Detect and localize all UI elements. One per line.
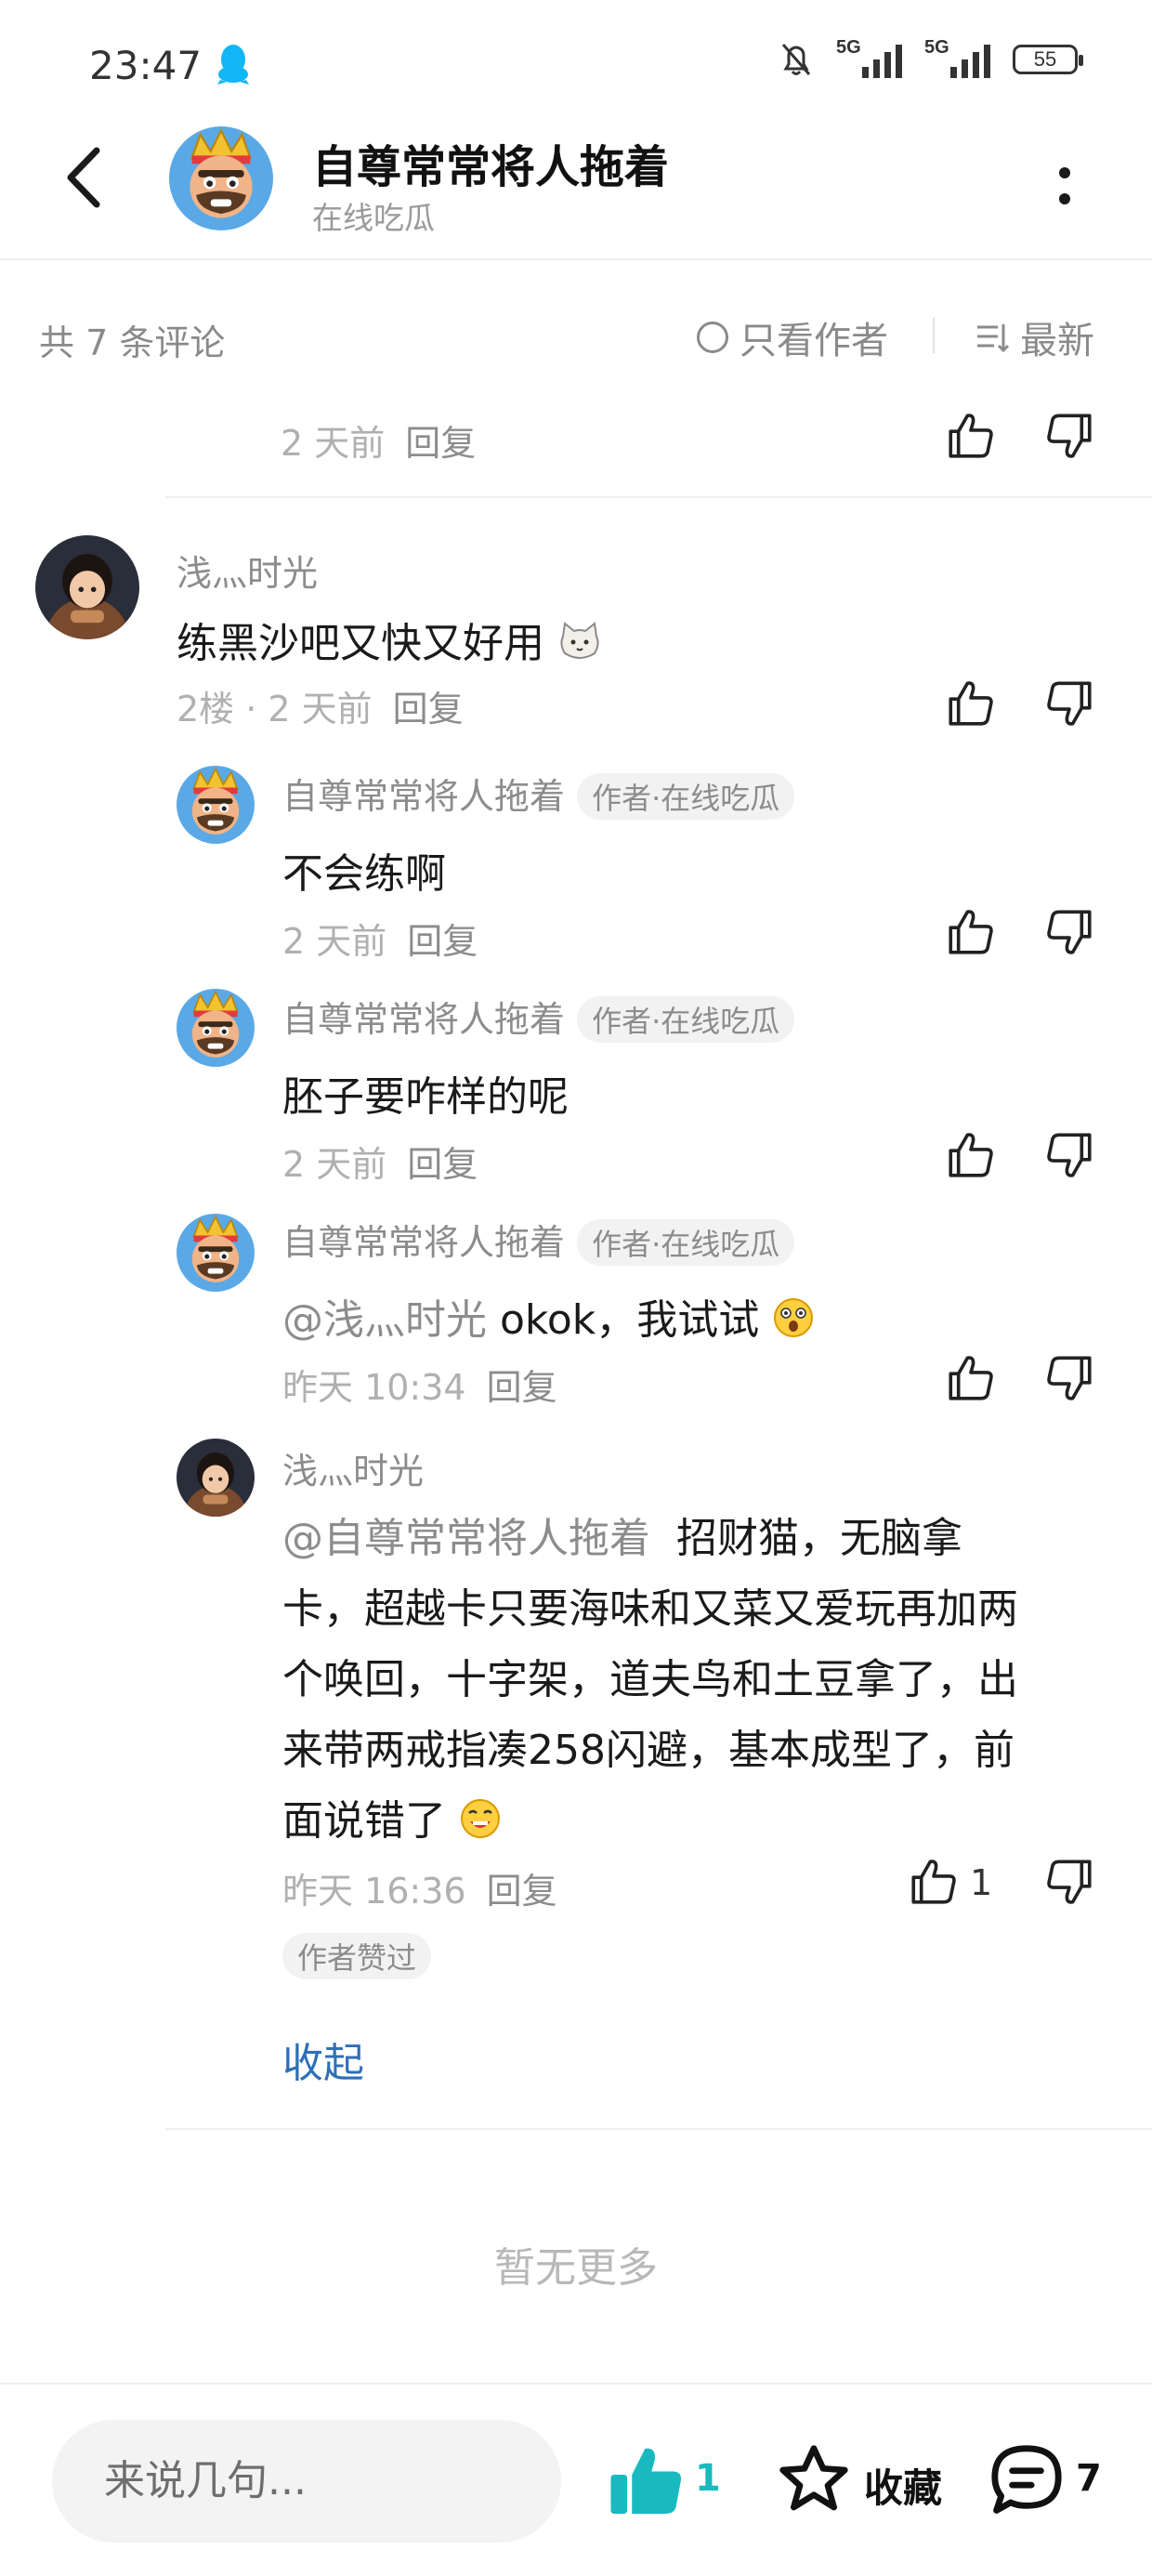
reply-time: 昨天 16:36: [282, 1871, 466, 1912]
reply-time: 2 天前: [282, 1144, 387, 1185]
reply-meta: 2 天前 回复: [282, 1136, 478, 1187]
reply-username[interactable]: 自尊常常将人拖着: [282, 1222, 565, 1263]
thumb-down-icon[interactable]: [1042, 905, 1096, 959]
battery-icon: 55: [1013, 45, 1083, 74]
reply-time: 昨天 10:34: [282, 1367, 466, 1408]
thumb-up-icon[interactable]: [944, 409, 998, 463]
comment-text: 练黑沙吧又快又好用: [177, 610, 602, 669]
thumb-up-icon[interactable]: [944, 1351, 998, 1405]
page-title: 自尊常常将人拖着: [312, 141, 670, 193]
reply-button[interactable]: 回复: [487, 1367, 557, 1408]
like-count: 1: [695, 2457, 721, 2500]
mute-bell-icon: [781, 44, 811, 75]
filter-separator: [933, 318, 935, 353]
sort-button[interactable]: 最新: [974, 310, 1094, 364]
no-more-label: 暂无更多: [494, 2244, 658, 2292]
thumb-down-icon[interactable]: [1042, 1128, 1096, 1182]
comment-input[interactable]: 来说几句...: [52, 2420, 561, 2543]
collapse-link[interactable]: 收起: [282, 2030, 364, 2089]
like-filled-icon[interactable]: [608, 2442, 686, 2520]
back-arrow-icon[interactable]: [63, 145, 104, 210]
thumb-up-icon[interactable]: [907, 1855, 961, 1909]
thumb-down-icon[interactable]: [1042, 409, 1096, 463]
comment-icon[interactable]: [988, 2442, 1065, 2518]
reply-username[interactable]: 浅灬时光: [282, 1442, 424, 1493]
comment-meta: 2楼 · 2 天前 回复: [177, 680, 464, 731]
radio-icon: [697, 322, 728, 353]
reply-text: 不会练啊: [282, 850, 446, 898]
comment-count-badge: 7: [1076, 2457, 1102, 2500]
author-badge: 作者·在线吃瓜: [577, 773, 795, 820]
thumb-down-icon[interactable]: [1042, 1855, 1096, 1909]
thumb-down-icon[interactable]: [1042, 1351, 1096, 1405]
like-count: 1: [970, 1862, 993, 1903]
reply-button[interactable]: 回复: [393, 689, 464, 729]
reply-header: 自尊常常将人拖着 作者·在线吃瓜: [282, 991, 795, 1043]
prev-comment-meta: 2 天前 回复: [281, 414, 476, 466]
reply-meta: 2 天前 回复: [282, 913, 478, 964]
reply-time: 2 天前: [282, 921, 387, 962]
avatar[interactable]: [177, 1439, 255, 1517]
signal-1-icon: 5G: [836, 37, 902, 78]
page-subtitle: 在线吃瓜: [312, 200, 435, 236]
comment-floor-time: 2楼 · 2 天前: [177, 689, 373, 729]
mention[interactable]: @自尊常常将人拖着: [282, 1515, 650, 1562]
reply-text: @自尊常常将人拖着 招财猫，无脑拿 卡，超越卡只要海味和又菜又爱玩再加两 个唤回…: [282, 1515, 1018, 1845]
reply-username[interactable]: 自尊常常将人拖着: [282, 776, 565, 817]
favorite-label[interactable]: 收藏: [864, 2457, 942, 2514]
reply-username[interactable]: 自尊常常将人拖着: [282, 999, 565, 1040]
signal-2-icon: 5G: [924, 37, 990, 78]
thumb-up-icon[interactable]: [944, 1128, 998, 1182]
surprised-emoji-icon: [774, 1298, 814, 1337]
thumb-up-icon[interactable]: [944, 905, 998, 959]
bottom-bar-divider: [0, 2383, 1152, 2385]
star-icon[interactable]: [777, 2442, 851, 2517]
status-time: 23:47: [89, 43, 203, 88]
reply-button[interactable]: 回复: [407, 921, 478, 962]
grin-emoji-icon: [461, 1799, 500, 1838]
qq-icon: [217, 45, 249, 85]
only-author-label: 只看作者: [740, 320, 888, 362]
prev-comment-time: 2 天前: [281, 423, 386, 464]
reply-button[interactable]: 回复: [407, 1144, 478, 1185]
status-icons: 5G 5G 55: [779, 37, 1083, 78]
comment-divider: [165, 496, 1152, 498]
reply-meta: 昨天 16:36 回复: [282, 1862, 557, 1913]
comment-divider: [165, 2128, 1152, 2130]
more-options-icon[interactable]: [1055, 164, 1074, 210]
cat-emoji-icon: [560, 622, 599, 659]
sort-label: 最新: [1020, 320, 1094, 362]
only-author-toggle[interactable]: 只看作者: [697, 310, 888, 364]
mention[interactable]: @浅灬时光: [282, 1296, 487, 1344]
sort-icon: [977, 324, 1010, 353]
thumb-down-icon[interactable]: [1042, 677, 1096, 730]
reply-button[interactable]: 回复: [405, 423, 476, 464]
author-badge: 作者·在线吃瓜: [577, 996, 795, 1043]
avatar[interactable]: [177, 989, 255, 1067]
reply-header: 自尊常常将人拖着 作者·在线吃瓜: [282, 1214, 795, 1266]
thumb-up-icon[interactable]: [944, 677, 998, 730]
author-liked-badge: 作者赞过: [282, 1933, 432, 1979]
reply-text: @浅灬时光 okok，我试试: [282, 1286, 815, 1346]
avatar[interactable]: [177, 766, 255, 844]
reply-button[interactable]: 回复: [487, 1871, 557, 1912]
author-avatar[interactable]: [169, 126, 273, 230]
comment-count: 共 7 条评论: [39, 322, 226, 363]
header-divider: [0, 258, 1152, 260]
comment-username[interactable]: 浅灬时光: [177, 545, 318, 596]
avatar[interactable]: [35, 535, 139, 639]
author-badge: 作者·在线吃瓜: [577, 1219, 795, 1266]
reply-text: 胚子要咋样的呢: [282, 1073, 569, 1121]
avatar[interactable]: [177, 1214, 255, 1292]
reply-meta: 昨天 10:34 回复: [282, 1359, 557, 1410]
reply-header: 自尊常常将人拖着 作者·在线吃瓜: [282, 768, 795, 820]
